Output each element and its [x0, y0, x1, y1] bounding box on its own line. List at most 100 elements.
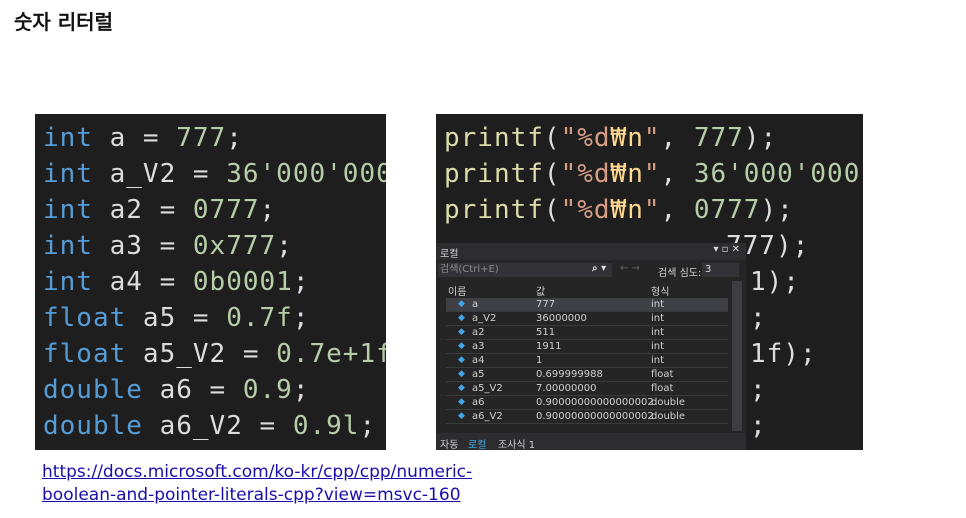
code-line-tail: 1f);: [750, 339, 817, 369]
variable-icon: ◆: [458, 341, 465, 351]
code-separator: ,: [660, 159, 694, 189]
locals-row[interactable]: ◆ a6_V2 0.90000000000000002 double: [446, 410, 728, 424]
row-type: int: [651, 313, 665, 324]
search-input[interactable]: 검색(Ctrl+E): [438, 263, 612, 277]
code-function: printf: [444, 123, 544, 153]
code-close: );: [860, 159, 863, 189]
variable-icon: ◆: [458, 397, 465, 407]
code-operator: =: [226, 339, 277, 369]
code-line: printf("%d₩n", 777);: [444, 120, 777, 156]
row-name: a3: [472, 341, 485, 352]
code-escape: ₩n: [610, 123, 644, 153]
code-close: );: [743, 123, 778, 153]
row-name: a2: [472, 327, 485, 338]
row-value: 0.90000000000000002: [536, 397, 654, 408]
row-value: 511: [536, 327, 556, 338]
row-name: a5_V2: [472, 383, 503, 394]
code-literal: 777: [176, 123, 227, 153]
tab-watch-1[interactable]: 조사식 1: [498, 436, 535, 450]
row-name: a6_V2: [472, 411, 503, 422]
code-semicolon: ;: [292, 267, 310, 297]
code-operator: =: [242, 411, 293, 441]
code-keyword: int: [43, 267, 110, 297]
code-identifier: a6_V2: [159, 411, 243, 441]
code-line-tail: ;: [750, 411, 767, 441]
code-literal: 777: [693, 123, 744, 153]
locals-row[interactable]: ◆ a4 1 int: [446, 354, 728, 368]
row-name: a: [472, 299, 479, 310]
row-value: 1: [536, 355, 543, 366]
code-literal: 0.9: [242, 375, 293, 405]
search-depth-select[interactable]: 3: [702, 263, 739, 277]
code-literal: 0777: [693, 195, 761, 225]
locals-row[interactable]: ◆ a5_V2 7.00000000 float: [446, 382, 728, 396]
code-operator: =: [142, 231, 193, 261]
row-value: 0.90000000000000002: [536, 411, 654, 422]
code-keyword: double: [43, 375, 160, 405]
code-line: printf("%d₩n", 0777);: [444, 192, 794, 228]
code-string: "%d: [560, 123, 611, 153]
code-semicolon: ;: [226, 123, 243, 153]
row-name: a5: [472, 369, 485, 380]
locals-row[interactable]: ◆ a_V2 36000000 int: [446, 312, 728, 326]
code-keyword: int: [43, 195, 110, 225]
code-semicolon: ;: [292, 375, 310, 405]
column-name[interactable]: 이름: [448, 283, 466, 298]
left-code-screenshot: int a = 777;int a_V2 = 36'000'000;int a2…: [35, 114, 386, 450]
code-line-tail: ;: [750, 375, 767, 405]
docs-link-line2[interactable]: boolean-and-pointer-literals-cpp?view=ms…: [42, 485, 461, 505]
row-value: 777: [536, 299, 556, 310]
code-literal: 36'000'000: [226, 159, 386, 189]
locals-row[interactable]: ◆ a5 0.699999988 float: [446, 368, 728, 382]
code-line: float a5_V2 = 0.7e+1f;: [43, 336, 386, 372]
code-string-end: ": [643, 159, 661, 189]
code-paren: (: [543, 195, 561, 225]
code-string: "%d: [560, 159, 611, 189]
code-paren: (: [543, 123, 561, 153]
code-paren: (: [543, 159, 561, 189]
code-line-tail: ;: [750, 303, 767, 333]
code-keyword: int: [43, 159, 110, 189]
code-operator: =: [192, 375, 243, 405]
code-separator: ,: [660, 195, 694, 225]
locals-row[interactable]: ◆ a6 0.90000000000000002 double: [446, 396, 728, 410]
row-type: float: [651, 369, 674, 380]
row-name: a4: [472, 355, 485, 366]
row-value: 7.00000000: [536, 383, 597, 394]
nav-arrows-icon[interactable]: ← →: [620, 263, 640, 274]
docs-link-line1[interactable]: https://docs.microsoft.com/ko-kr/cpp/cpp…: [42, 462, 472, 482]
code-line-tail: 1);: [750, 267, 800, 297]
search-icon[interactable]: ⌕ ▾: [592, 263, 606, 274]
code-identifier: a4: [109, 267, 143, 297]
code-operator: =: [142, 195, 193, 225]
column-type[interactable]: 형식: [651, 283, 669, 298]
tab-auto[interactable]: 자동: [440, 436, 458, 450]
tab-locals[interactable]: 로컬: [468, 436, 486, 450]
locals-scrollbar[interactable]: [732, 281, 742, 431]
code-line: int a = 777;: [43, 120, 243, 156]
code-string: "%d: [560, 195, 611, 225]
code-identifier: a5_V2: [142, 339, 227, 369]
code-keyword: float: [43, 339, 143, 369]
row-type: int: [651, 355, 665, 366]
row-type: double: [651, 411, 686, 422]
locals-row[interactable]: ◆ a 777 int: [446, 298, 728, 312]
code-line: double a6_V2 = 0.9l;: [43, 408, 376, 444]
column-value[interactable]: 값: [536, 283, 545, 298]
locals-row[interactable]: ◆ a2 511 int: [446, 326, 728, 340]
variable-icon: ◆: [458, 383, 465, 393]
variable-icon: ◆: [458, 313, 465, 323]
row-value: 0.699999988: [536, 369, 603, 380]
row-type: int: [651, 341, 665, 352]
locals-window: 로컬 ▾ ▫ ✕ 검색(Ctrl+E) ⌕ ▾ ← → 검색 심도: 3 이름 …: [436, 243, 746, 450]
row-name: a6: [472, 397, 485, 408]
code-identifier: a_V2: [109, 159, 177, 189]
code-semicolon: ;: [292, 303, 310, 333]
row-name: a_V2: [472, 313, 497, 324]
locals-row[interactable]: ◆ a3 1911 int: [446, 340, 728, 354]
code-identifier: a: [109, 123, 127, 153]
code-line: double a6 = 0.9;: [43, 372, 309, 408]
code-function: printf: [444, 195, 544, 225]
window-controls-icon[interactable]: ▾ ▫ ✕: [713, 244, 740, 255]
row-type: int: [651, 327, 665, 338]
